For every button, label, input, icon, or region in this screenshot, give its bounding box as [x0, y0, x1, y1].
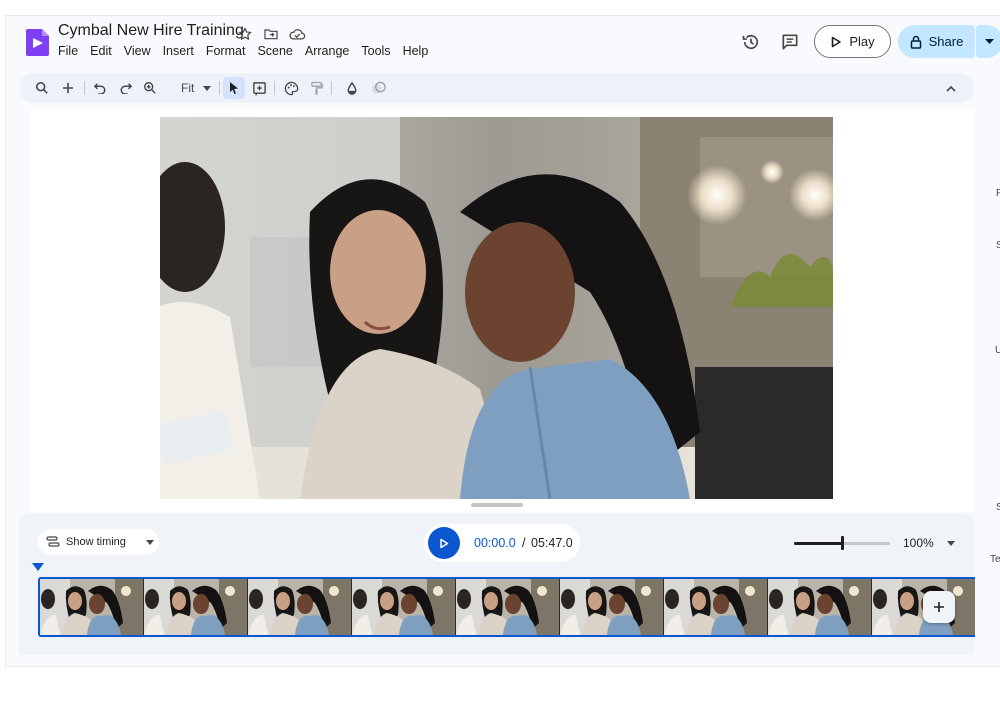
side-panel-label: S	[996, 240, 1000, 251]
search-icon[interactable]	[31, 77, 53, 99]
scene-thumbnail[interactable]	[560, 579, 664, 635]
add-text-icon[interactable]	[248, 77, 270, 99]
menu-view[interactable]: View	[124, 44, 157, 58]
timeline-play-button[interactable]	[428, 527, 460, 559]
menu-help[interactable]: Help	[403, 44, 435, 58]
select-cursor-icon[interactable]	[223, 77, 245, 99]
side-panel-label: U	[995, 345, 1000, 356]
current-time: 00:00.0	[474, 536, 516, 550]
add-icon	[934, 602, 944, 612]
share-options-button[interactable]	[976, 25, 1000, 58]
menu-format[interactable]: Format	[206, 44, 252, 58]
menu-tools[interactable]: Tools	[361, 44, 396, 58]
undo-icon[interactable]	[89, 77, 111, 99]
zoom-fit-label[interactable]: Fit	[181, 81, 194, 95]
palette-icon[interactable]	[280, 77, 302, 99]
menu-scene[interactable]: Scene	[257, 44, 298, 58]
menu-edit[interactable]: Edit	[90, 44, 118, 58]
caret-down-icon[interactable]	[145, 539, 154, 545]
show-timing-button[interactable]: Show timing	[38, 529, 159, 555]
scene-thumbnail-image	[456, 579, 559, 635]
history-icon[interactable]	[739, 30, 763, 54]
scene-thumbnail-image	[664, 579, 767, 635]
redo-icon[interactable]	[115, 77, 137, 99]
add-icon[interactable]	[57, 77, 79, 99]
zoom-level-caret-icon[interactable]	[947, 541, 955, 546]
toolbar-divider	[219, 81, 220, 95]
collapse-icon[interactable]	[940, 77, 962, 99]
scene-thumbnail[interactable]	[40, 579, 144, 635]
scene-thumbnail[interactable]	[248, 579, 352, 635]
scene-thumbnail[interactable]	[768, 579, 872, 635]
scene-video-frame[interactable]	[160, 117, 833, 499]
timeline-zoom-level[interactable]: 100%	[903, 536, 934, 550]
side-panel-label: Te	[990, 554, 1000, 565]
editor-window: Cymbal New Hire Training File Edit View …	[5, 15, 1000, 667]
scene-thumbnail-image	[40, 579, 143, 635]
scene-thumbnail-image	[560, 579, 663, 635]
toolbar-divider	[331, 81, 332, 95]
play-icon	[440, 538, 449, 548]
move-to-folder-icon[interactable]	[262, 25, 280, 43]
side-panel-label: F	[996, 188, 1000, 199]
play-button[interactable]: Play	[814, 25, 891, 58]
zoom-slider-fill	[794, 542, 842, 545]
menu-bar: File Edit View Insert Format Scene Arran…	[58, 44, 440, 58]
timeline-panel: Show timing 00:00.0 / 05:47.0 100%	[19, 513, 975, 655]
scene-thumbnail[interactable]	[664, 579, 768, 635]
vids-logo-icon[interactable]	[25, 27, 51, 57]
cloud-saved-icon[interactable]	[288, 25, 306, 43]
star-icon[interactable]	[236, 25, 254, 43]
scene-thumbnail[interactable]	[456, 579, 560, 635]
timeline-zoom-slider[interactable]	[794, 536, 890, 550]
scene-thumbnail-image	[352, 579, 455, 635]
menu-file[interactable]: File	[58, 44, 84, 58]
add-scene-button[interactable]	[923, 591, 955, 623]
caret-down-icon	[985, 38, 994, 44]
scene-thumbnail[interactable]	[352, 579, 456, 635]
video-editor-app: Cymbal New Hire Training File Edit View …	[0, 0, 1000, 716]
playback-controls: 00:00.0 / 05:47.0	[424, 524, 580, 562]
paint-format-icon[interactable]	[305, 77, 327, 99]
share-button[interactable]: Share	[898, 25, 975, 58]
canvas-resize-handle[interactable]	[471, 503, 523, 507]
document-title[interactable]: Cymbal New Hire Training	[58, 22, 244, 40]
share-button-label: Share	[928, 34, 964, 49]
scene-thumbnail-image	[768, 579, 871, 635]
timing-icon	[46, 536, 60, 547]
scene-thumbnail-image	[144, 579, 247, 635]
office-scene-image	[160, 117, 833, 499]
play-icon	[832, 36, 842, 47]
side-panel-label: S	[996, 502, 1000, 513]
main-toolbar: Fit	[19, 73, 974, 103]
scene-thumbnail-image	[248, 579, 351, 635]
total-time: 05:47.0	[531, 536, 573, 550]
show-timing-label: Show timing	[66, 536, 126, 548]
menu-insert[interactable]: Insert	[163, 44, 200, 58]
playhead-marker[interactable]	[32, 563, 44, 571]
comments-icon[interactable]	[778, 30, 802, 54]
zoom-icon[interactable]	[139, 77, 161, 99]
zoom-slider-thumb[interactable]	[841, 536, 844, 550]
fill-color-icon[interactable]	[341, 77, 363, 99]
menu-arrange[interactable]: Arrange	[305, 44, 355, 58]
play-button-label: Play	[849, 34, 875, 49]
lock-icon	[910, 35, 921, 49]
scene-thumbnail[interactable]	[144, 579, 248, 635]
toolbar-divider	[274, 81, 275, 95]
scene-filmstrip[interactable]	[38, 577, 975, 637]
time-separator: /	[522, 536, 526, 550]
toolbar-divider	[84, 81, 85, 95]
zoom-dropdown-icon[interactable]	[196, 77, 218, 99]
border-color-icon[interactable]	[367, 77, 389, 99]
